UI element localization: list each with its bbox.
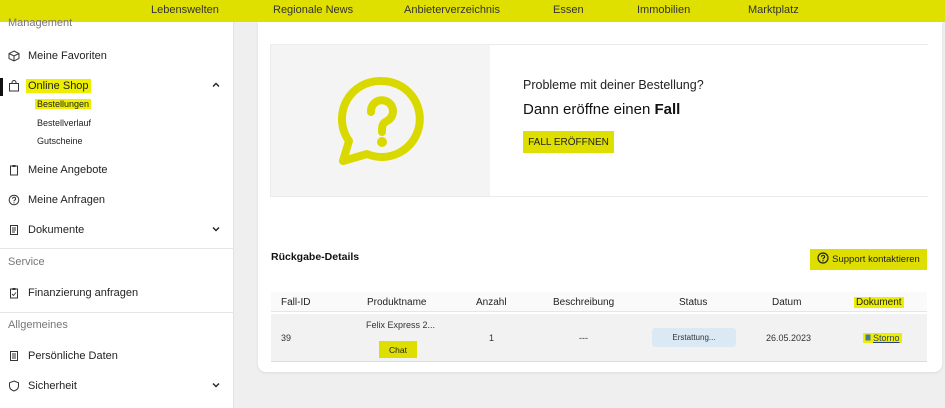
section-label-management: Management <box>8 17 73 29</box>
sidebar-item-label: Meine Favoriten <box>28 50 107 62</box>
banner-heading: Dann eröffne einen Fall <box>523 101 680 118</box>
document-small-icon <box>865 333 871 343</box>
banner-content: Probleme mit deiner Bestellung? Dann erö… <box>490 45 928 196</box>
cube-icon <box>8 50 20 62</box>
column-header: Status <box>679 297 708 308</box>
sidebar-item-persoenliche-daten[interactable]: Persönliche Daten <box>8 346 221 366</box>
sidebar-item-label: Meine Anfragen <box>28 194 106 206</box>
section-label-service: Service <box>8 256 45 268</box>
table-header: Fall-ID Produktname Anzahl Beschreibung … <box>271 292 927 312</box>
column-header: Fall-ID <box>281 297 311 308</box>
sidebar-subitem-bestellverlauf[interactable]: Bestellverlauf <box>37 118 91 128</box>
question-circle-icon <box>817 252 829 267</box>
sidebar-item-sicherheit[interactable]: Sicherheit <box>8 376 221 396</box>
heading-prefix: Dann eröffne einen <box>523 101 655 118</box>
chat-button[interactable]: Chat <box>379 341 417 358</box>
sidebar-item-label: Sicherheit <box>28 380 77 392</box>
section-label-allgemeines: Allgemeines <box>8 319 68 331</box>
nav-immobilien[interactable]: Immobilien <box>637 4 690 16</box>
description: --- <box>579 333 588 343</box>
clipboard-icon <box>8 164 20 176</box>
sidebar-item-label: Meine Angebote <box>28 164 108 176</box>
open-case-banner: Probleme mit deiner Bestellung? Dann erö… <box>270 44 928 197</box>
shield-icon <box>8 380 20 392</box>
heading-bold: Fall <box>654 101 681 118</box>
document-icon <box>8 224 20 236</box>
clipboard-check-icon <box>8 287 20 299</box>
returns-title: Rückgabe-Details <box>271 251 360 263</box>
column-header: Dokument <box>854 297 904 308</box>
bag-icon <box>8 80 20 92</box>
quantity: 1 <box>489 333 495 343</box>
status-badge: Erstattung... <box>652 328 736 347</box>
sidebar-item-finanzierung[interactable]: Finanzierung anfragen <box>8 283 221 303</box>
sidebar-item-label: Dokumente <box>28 224 85 236</box>
sidebar-item-label: Finanzierung anfragen <box>28 287 139 299</box>
nav-lebenswelten[interactable]: Lebenswelten <box>151 4 219 16</box>
sidebar-subitem-gutscheine[interactable]: Gutscheine <box>37 136 83 146</box>
product-name: Felix Express 2... <box>366 320 436 330</box>
chevron-up-icon[interactable] <box>211 80 221 90</box>
contact-support-button[interactable]: Support kontaktieren <box>810 249 927 270</box>
divider <box>0 312 234 313</box>
divider <box>0 248 234 249</box>
column-header: Produktname <box>367 297 427 308</box>
sidebar-item-anfragen[interactable]: Meine Anfragen <box>8 190 221 210</box>
open-case-button[interactable]: FALL ERÖFFNEN <box>523 131 614 153</box>
column-header: Anzahl <box>476 297 507 308</box>
date: 26.05.2023 <box>766 333 812 343</box>
banner-question: Probleme mit deiner Bestellung? <box>523 78 704 92</box>
sidebar-item-dokumente[interactable]: Dokumente <box>8 220 221 240</box>
id-document-icon <box>8 350 20 362</box>
case-id: 39 <box>281 333 292 343</box>
nav-essen[interactable]: Essen <box>553 4 584 16</box>
storno-label: Storno <box>873 333 900 343</box>
chevron-down-icon[interactable] <box>211 224 221 234</box>
returns-table: Fall-ID Produktname Anzahl Beschreibung … <box>271 292 927 364</box>
storno-document-link[interactable]: Storno <box>863 333 902 343</box>
question-circle-icon <box>8 194 20 206</box>
chevron-down-icon[interactable] <box>211 380 221 390</box>
top-navigation: Lebenswelten Regionale News Anbieterverz… <box>0 0 945 22</box>
sidebar-item-label: Persönliche Daten <box>28 350 118 362</box>
nav-regionale-news[interactable]: Regionale News <box>273 4 353 16</box>
support-button-label: Support kontaktieren <box>832 254 920 265</box>
orders-card: Probleme mit deiner Bestellung? Dann erö… <box>258 22 942 372</box>
sidebar-item-angebote[interactable]: Meine Angebote <box>8 160 221 180</box>
active-indicator <box>0 78 3 96</box>
column-header: Beschreibung <box>553 297 615 308</box>
column-header: Datum <box>772 297 802 308</box>
nav-marktplatz[interactable]: Marktplatz <box>748 4 799 16</box>
sidebar-item-favoriten[interactable]: Meine Favoriten <box>8 46 221 66</box>
table-row: 39 Felix Express 2... Chat 1 --- Erstatt… <box>271 314 927 362</box>
sidebar: Management Meine Favoriten Online Shop B… <box>0 17 234 408</box>
sidebar-item-label: Online Shop <box>26 79 91 93</box>
nav-anbieterverzeichnis[interactable]: Anbieterverzeichnis <box>404 4 500 16</box>
sidebar-item-online-shop[interactable]: Online Shop <box>8 76 221 96</box>
sidebar-subitem-bestellungen[interactable]: Bestellungen <box>35 99 92 109</box>
question-chat-icon <box>337 75 427 172</box>
